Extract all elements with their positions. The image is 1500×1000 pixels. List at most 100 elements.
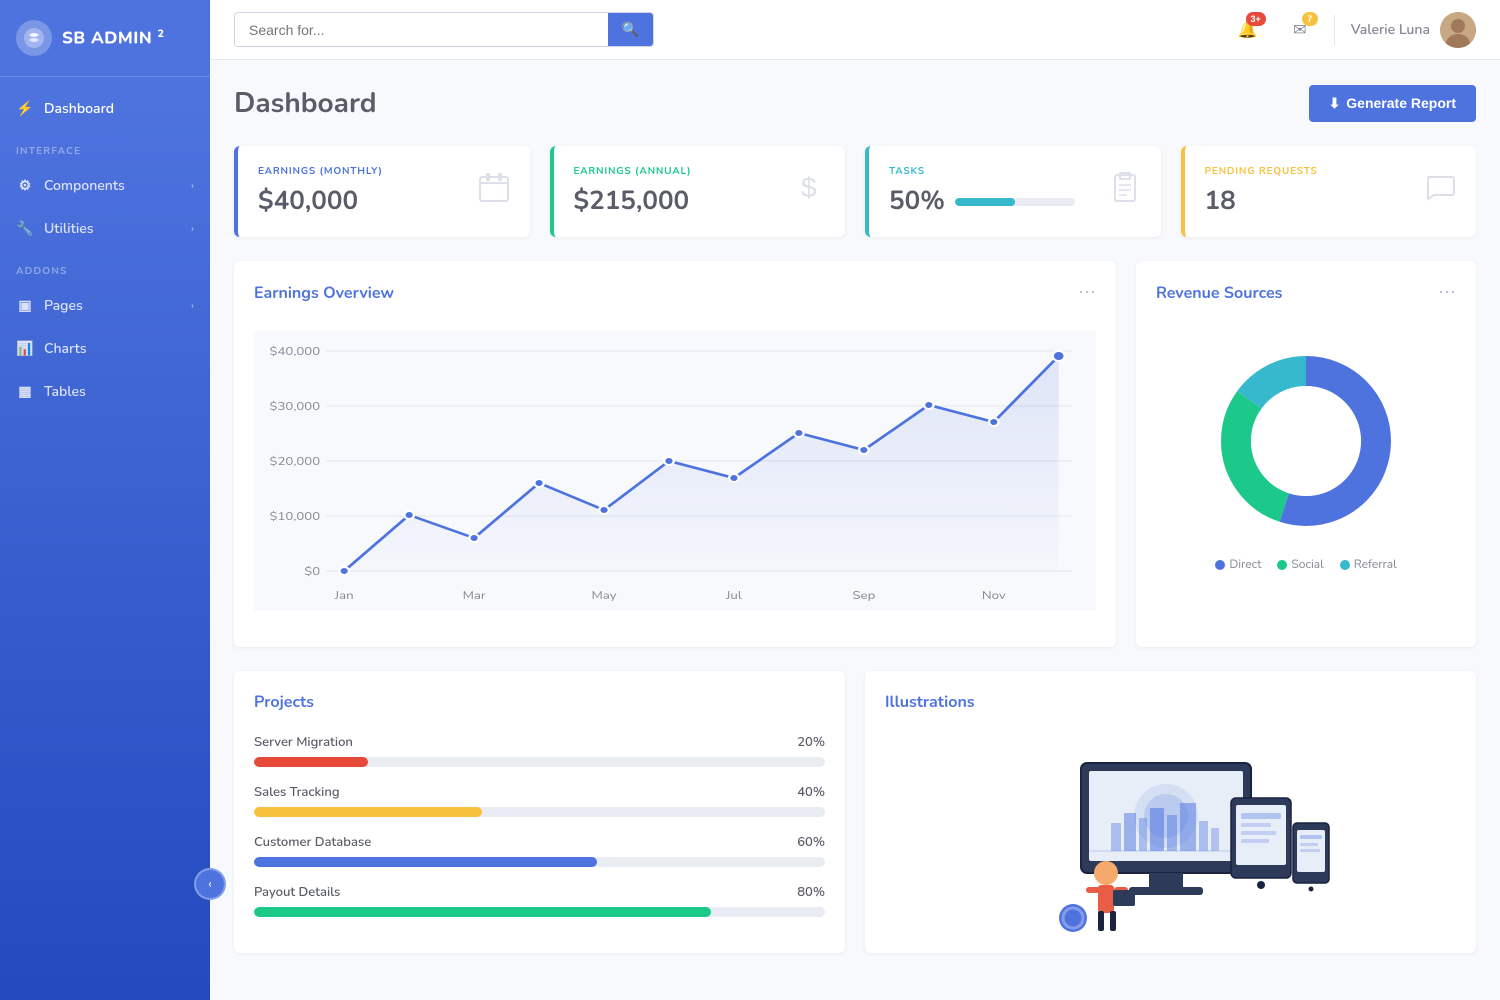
utilities-icon: 🔧	[16, 219, 34, 238]
project-percent: 60%	[797, 833, 825, 851]
projects-title: Projects	[254, 691, 825, 713]
messages-button[interactable]: ✉ 7	[1282, 12, 1318, 48]
notifications-button[interactable]: 🔔 3+	[1230, 12, 1266, 48]
stat-card-content: TASKS 50%	[889, 164, 1075, 219]
sidebar-item-charts[interactable]: 📊 Charts	[0, 327, 210, 370]
project-item-payout-details: Payout Details 80%	[254, 883, 825, 917]
stat-card-earnings-annual: EARNINGS (ANNUAL) $215,000 $	[550, 146, 846, 237]
earnings-chart-header: Earnings Overview ⋯	[254, 281, 1096, 305]
sidebar-item-label: Tables	[44, 382, 86, 401]
earnings-line-chart: $40,000 $30,000 $20,000 $10,000 $0 Jan M…	[254, 321, 1096, 627]
search-icon: 🔍	[622, 21, 639, 37]
stat-card-content: EARNINGS (MONTHLY) $40,000	[258, 164, 383, 219]
clipboard-icon	[1109, 171, 1141, 213]
earnings-chart-menu[interactable]: ⋯	[1078, 281, 1096, 305]
stat-progress-wrap: 50%	[889, 184, 1075, 219]
sidebar-item-label: Utilities	[44, 219, 94, 238]
sidebar-item-label: Dashboard	[44, 99, 114, 118]
legend-direct: Direct	[1215, 557, 1261, 573]
chevron-right-icon: ›	[191, 298, 194, 313]
svg-text:$: $	[801, 172, 817, 203]
svg-text:$20,000: $20,000	[270, 455, 321, 469]
topbar-right: 🔔 3+ ✉ 7 Valerie Luna	[1230, 12, 1476, 48]
svg-text:Jan: Jan	[334, 589, 354, 603]
project-bar-bg	[254, 907, 825, 917]
legend-direct-label: Direct	[1229, 557, 1261, 573]
project-item-sales-tracking: Sales Tracking 40%	[254, 783, 825, 817]
svg-text:$0: $0	[304, 565, 320, 579]
charts-icon: 📊	[16, 339, 34, 358]
calendar-icon	[478, 171, 510, 213]
user-menu[interactable]: Valerie Luna	[1351, 12, 1476, 48]
stat-value: 50%	[889, 184, 945, 219]
social-dot	[1277, 560, 1287, 570]
stat-value: $40,000	[258, 184, 383, 219]
sidebar-item-dashboard[interactable]: ⚡ Dashboard	[0, 87, 210, 130]
legend-social-label: Social	[1291, 557, 1323, 573]
project-bar-fill	[254, 857, 597, 867]
project-bar-fill	[254, 757, 368, 767]
revenue-chart-menu[interactable]: ⋯	[1438, 281, 1456, 305]
project-bar-bg	[254, 807, 825, 817]
svg-text:Mar: Mar	[463, 589, 487, 603]
stat-card-pending-requests: PENDING REQUESTS 18	[1181, 146, 1477, 237]
charts-row: Earnings Overview ⋯ $40,000	[234, 261, 1476, 647]
chevron-right-icon: ›	[191, 221, 194, 236]
stat-card-content: EARNINGS (ANNUAL) $215,000	[574, 164, 692, 219]
svg-text:Nov: Nov	[982, 589, 1006, 603]
brand-logo	[16, 20, 52, 56]
project-name: Server Migration	[254, 733, 353, 751]
sidebar-item-label: Components	[44, 176, 125, 195]
stat-value: $215,000	[574, 184, 692, 219]
search-button[interactable]: 🔍	[608, 13, 653, 46]
stat-label: TASKS	[889, 164, 1075, 178]
main-content: 🔍 🔔 3+ ✉ 7 Valerie Luna	[210, 0, 1500, 1000]
project-bar-fill	[254, 907, 711, 917]
project-name: Sales Tracking	[254, 783, 340, 801]
pages-icon: ▣	[16, 296, 34, 315]
tables-icon: ▦	[16, 382, 34, 401]
illustrations-card: Illustrations	[865, 671, 1476, 953]
sidebar-brand[interactable]: SB ADMIN 2	[0, 0, 210, 77]
stat-progress-bar	[955, 198, 1075, 206]
legend-social: Social	[1277, 557, 1323, 573]
messages-badge: 7	[1302, 12, 1318, 26]
project-header: Sales Tracking 40%	[254, 783, 825, 801]
search-bar: 🔍	[234, 12, 654, 47]
referral-dot	[1340, 560, 1350, 570]
sidebar-item-label: Pages	[44, 296, 83, 315]
project-bar-bg	[254, 757, 825, 767]
project-item-server-migration: Server Migration 20%	[254, 733, 825, 767]
page-content: Dashboard ⬇ Generate Report EARNINGS (MO…	[210, 60, 1500, 1000]
project-item-customer-database: Customer Database 60%	[254, 833, 825, 867]
user-name: Valerie Luna	[1351, 20, 1430, 39]
sidebar-item-tables[interactable]: ▦ Tables	[0, 370, 210, 413]
sidebar-item-components[interactable]: ⚙ Components ›	[0, 164, 210, 207]
stat-card-content: PENDING REQUESTS 18	[1205, 164, 1318, 219]
comment-icon	[1424, 171, 1456, 213]
svg-text:$40,000: $40,000	[270, 345, 321, 359]
page-title: Dashboard	[234, 84, 377, 122]
sidebar-toggle-button[interactable]: ‹	[194, 868, 226, 900]
stat-cards: EARNINGS (MONTHLY) $40,000 EARNINGS (ANN…	[234, 146, 1476, 237]
legend-referral-label: Referral	[1354, 557, 1397, 573]
project-percent: 80%	[797, 883, 825, 901]
revenue-chart-card: Revenue Sources ⋯	[1136, 261, 1476, 647]
stat-card-earnings-monthly: EARNINGS (MONTHLY) $40,000	[234, 146, 530, 237]
project-header: Customer Database 60%	[254, 833, 825, 851]
sidebar-item-label: Charts	[44, 339, 87, 358]
search-input[interactable]	[235, 14, 608, 46]
project-header: Payout Details 80%	[254, 883, 825, 901]
project-percent: 20%	[797, 733, 825, 751]
avatar-image	[1440, 12, 1476, 48]
sidebar-item-pages[interactable]: ▣ Pages ›	[0, 284, 210, 327]
donut-legend: Direct Social Referral	[1215, 557, 1396, 573]
sidebar-item-utilities[interactable]: 🔧 Utilities ›	[0, 207, 210, 250]
illustrations-title: Illustrations	[885, 691, 1456, 713]
illustration-area	[885, 733, 1456, 933]
generate-report-button[interactable]: ⬇ Generate Report	[1309, 85, 1476, 122]
project-percent: 40%	[797, 783, 825, 801]
illustration-svg	[1001, 733, 1341, 933]
project-name: Payout Details	[254, 883, 340, 901]
earnings-chart-title: Earnings Overview	[254, 282, 394, 304]
